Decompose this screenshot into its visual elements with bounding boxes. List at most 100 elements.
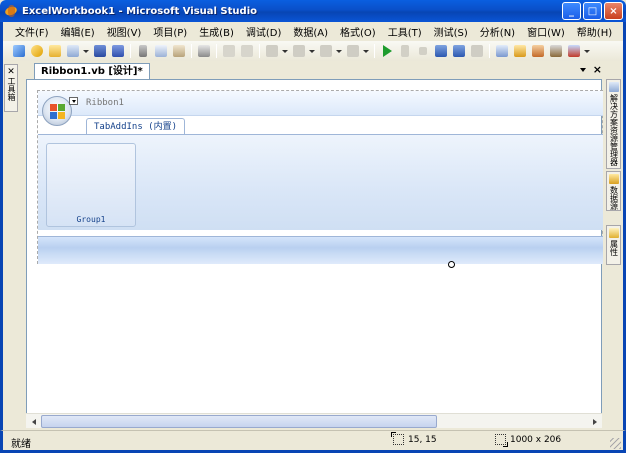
toolbox-label: 工具箱 [7,77,16,101]
toolbar-separator [191,44,192,58]
menu-edit[interactable]: 编辑(E) [55,24,101,39]
navigate-backward-icon[interactable] [318,43,334,59]
window-title: ExcelWorkbook1 - Microsoft Visual Studio [22,5,257,17]
document-tab-strip: Ribbon1.vb [设计]* × [20,62,604,79]
position-icon [391,432,404,445]
minimize-button[interactable]: _ [562,2,581,20]
add-new-item-dropdown[interactable] [83,43,89,59]
horizontal-scrollbar[interactable] [26,413,602,428]
menu-help[interactable]: 帮助(H) [571,24,618,39]
add-item-icon[interactable] [29,43,45,59]
scroll-left-icon[interactable] [26,414,41,429]
office-menu-dropdown-icon[interactable] [69,97,78,105]
comment-icon[interactable] [221,43,237,59]
solution-explorer-icon[interactable] [512,43,528,59]
menu-test[interactable]: 测试(S) [428,24,474,39]
cut-icon[interactable] [135,43,151,59]
navigate-forward-icon[interactable] [345,43,361,59]
new-project-icon[interactable] [11,43,27,59]
stop-icon[interactable] [415,43,431,59]
toolbar-separator [374,44,375,58]
ribbon-designer-surface[interactable]: Ribbon1 TabAddIns (内置) Group1 [26,79,603,426]
find-icon[interactable] [494,43,510,59]
active-files-dropdown-icon[interactable] [579,64,587,76]
start-page-icon[interactable] [566,43,582,59]
data-sources-label: 数据源 [609,186,619,210]
uncomment-icon[interactable] [239,43,255,59]
menu-analyze[interactable]: 分析(N) [474,24,521,39]
step-out-icon[interactable] [469,43,485,59]
maximize-button[interactable]: □ [583,2,602,20]
menu-format[interactable]: 格式(O) [334,24,382,39]
properties-icon [608,228,619,238]
paste-icon[interactable] [171,43,187,59]
ribbon-header: Ribbon1 [38,91,603,116]
menu-debug[interactable]: 调试(D) [240,24,288,39]
properties-tab[interactable]: 属性 [606,225,621,265]
redo-dropdown[interactable] [309,43,315,59]
position-value: 15, 15 [408,434,437,445]
standard-toolbar [0,41,626,61]
tab-controls: × [579,64,602,76]
scroll-right-icon[interactable] [587,414,602,429]
toolbar-separator [259,44,260,58]
navigate-backward-dropdown[interactable] [336,43,342,59]
close-button[interactable]: × [604,2,623,20]
ribbon-tab-body: Group1 [38,134,603,230]
undo-dropdown[interactable] [282,43,288,59]
print-icon[interactable] [196,43,212,59]
properties-label: 属性 [609,240,619,256]
open-file-icon[interactable] [47,43,63,59]
solution-explorer-icon [608,82,619,92]
redo-icon[interactable] [291,43,307,59]
toolbar-options-dropdown[interactable] [584,43,590,59]
ribbon-tab-addins[interactable]: TabAddIns (内置) [86,118,186,135]
copy-icon[interactable] [153,43,169,59]
properties-window-icon[interactable] [530,43,546,59]
status-bar: 就绪 15, 15 1000 x 206 [0,430,626,453]
scroll-thumb[interactable] [41,415,437,428]
office-logo-icon [50,104,65,119]
pause-icon[interactable] [397,43,413,59]
right-panel-strip: 解决方案资源管理器 数据源 属性 [606,79,622,265]
resize-grip-icon[interactable] [610,438,621,449]
undo-icon[interactable] [264,43,280,59]
start-debugging-icon[interactable] [379,43,395,59]
ribbon-group[interactable]: Group1 [46,143,136,227]
menu-data[interactable]: 数据(A) [287,24,334,39]
ribbon-bottom-band [38,236,603,264]
solution-explorer-tab[interactable]: 解决方案资源管理器 [606,79,621,169]
step-into-icon[interactable] [433,43,449,59]
toolbox-icon: ✕ [7,67,15,77]
office-button[interactable] [42,96,78,126]
toolbar-separator [130,44,131,58]
add-new-item-icon[interactable] [65,43,81,59]
size-value: 1000 x 206 [510,434,562,445]
toolbar-separator [489,44,490,58]
tab-ribbon1-designer[interactable]: Ribbon1.vb [设计]* [34,63,150,79]
menu-view[interactable]: 视图(V) [101,24,148,39]
navigate-forward-dropdown[interactable] [363,43,369,59]
menu-project[interactable]: 项目(P) [147,24,193,39]
resize-handle[interactable] [448,261,455,268]
status-position: 15, 15 [391,432,437,445]
window-controls: _ □ × [562,2,623,20]
step-over-icon[interactable] [451,43,467,59]
toolbox-icon[interactable] [548,43,564,59]
menu-file[interactable]: 文件(F) [7,24,55,39]
ribbon-control[interactable]: Ribbon1 TabAddIns (内置) Group1 [37,90,603,268]
menu-window[interactable]: 窗口(W) [521,24,571,39]
size-icon [495,434,508,447]
save-icon[interactable] [92,43,108,59]
menu-build[interactable]: 生成(B) [193,24,240,39]
data-sources-icon [608,174,619,184]
menu-tools[interactable]: 工具(T) [382,24,428,39]
save-all-icon[interactable] [110,43,126,59]
menu-bar: 文件(F) 编辑(E) 视图(V) 项目(P) 生成(B) 调试(D) 数据(A… [0,22,626,41]
toolbox-tab[interactable]: ✕ 工具箱 [4,64,18,112]
title-bar: ExcelWorkbook1 - Microsoft Visual Studio… [0,0,626,22]
close-document-icon[interactable]: × [593,64,602,76]
data-sources-tab[interactable]: 数据源 [606,171,621,211]
toolbar-separator [216,44,217,58]
solution-explorer-label: 解决方案资源管理器 [609,94,619,166]
